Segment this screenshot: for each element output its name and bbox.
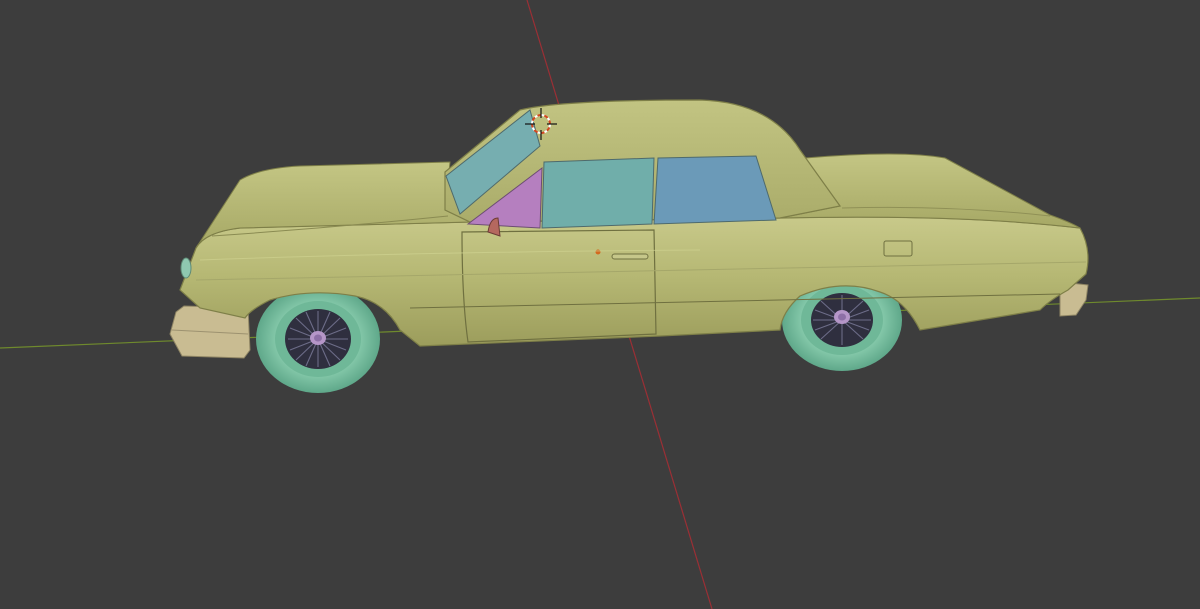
rear-wheel[interactable] (256, 285, 380, 393)
car-object[interactable] (169, 99, 1089, 393)
3d-viewport[interactable] (0, 0, 1200, 609)
viewport-canvas[interactable] (0, 0, 1200, 609)
tail-light (180, 257, 192, 279)
rear-side-window[interactable] (653, 155, 777, 225)
front-side-window[interactable] (541, 157, 655, 229)
door-handle[interactable] (611, 253, 649, 260)
keyhole (595, 249, 601, 255)
